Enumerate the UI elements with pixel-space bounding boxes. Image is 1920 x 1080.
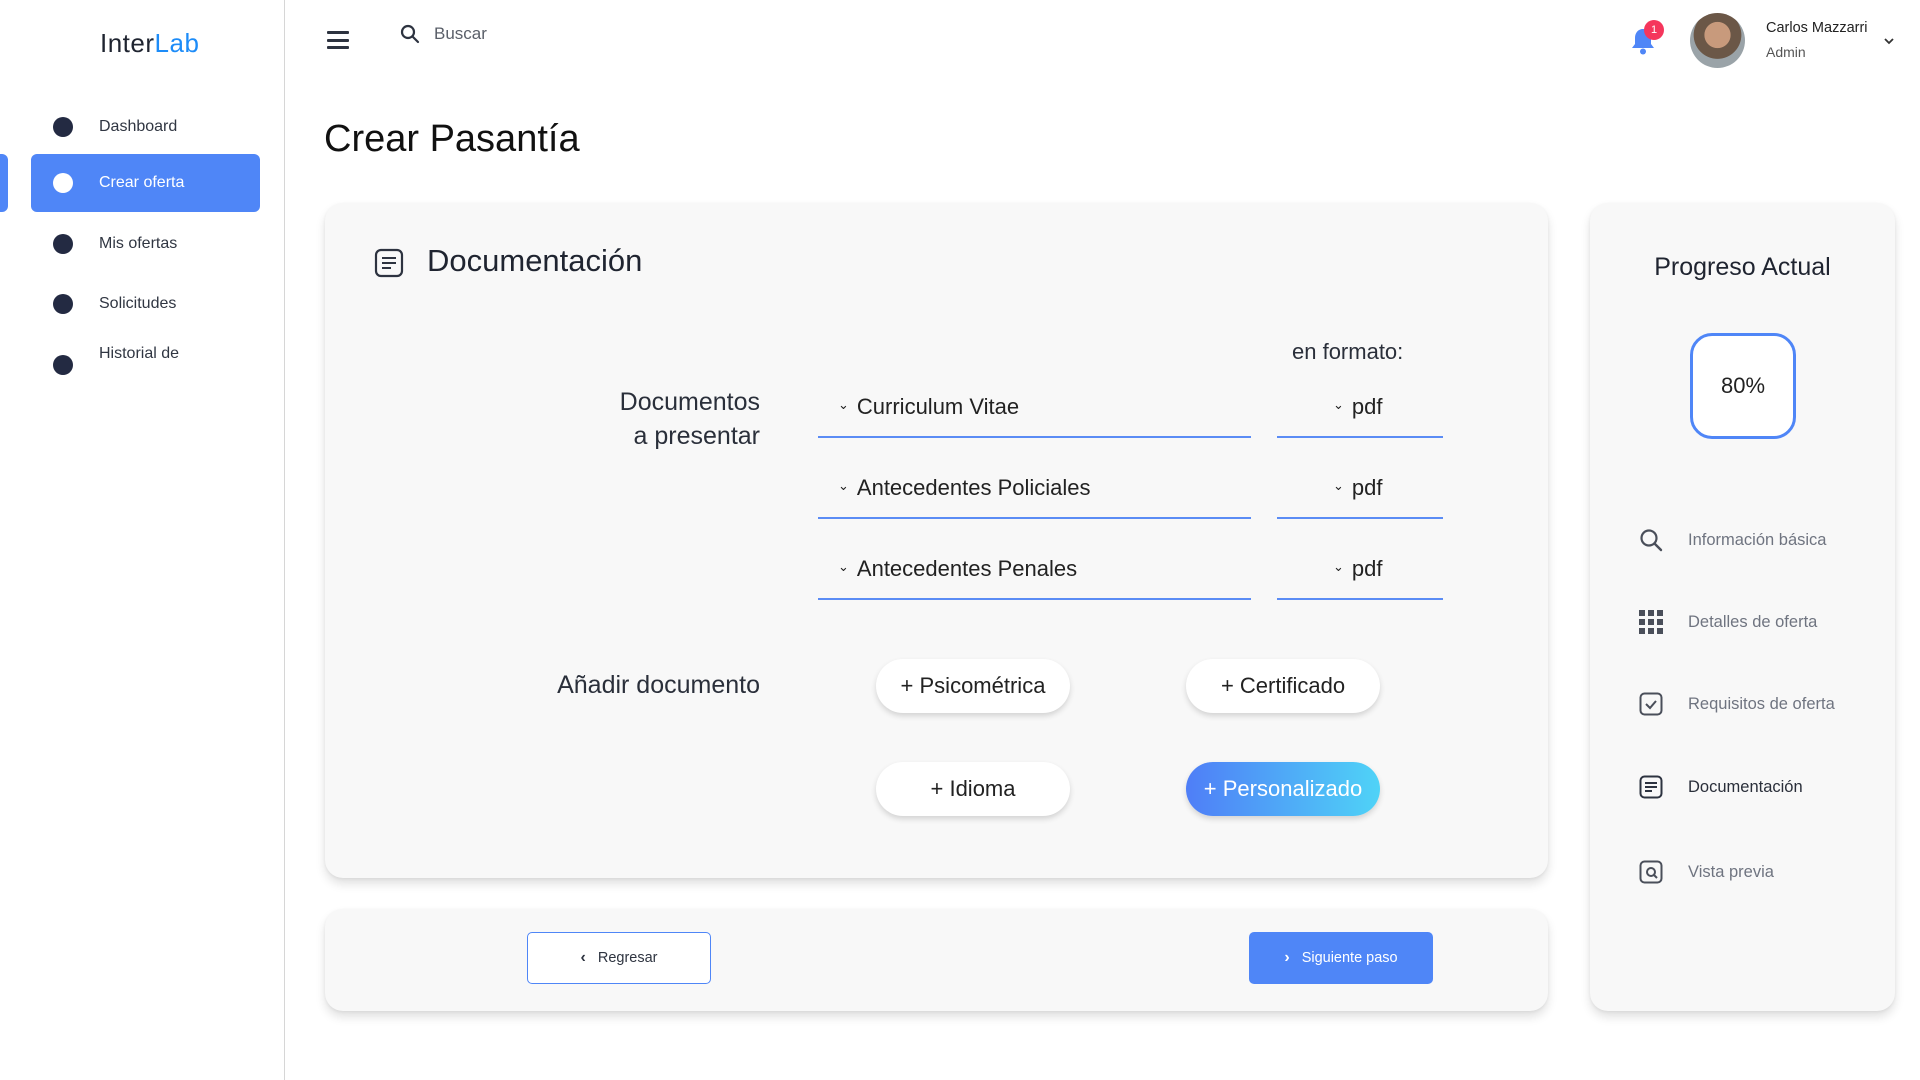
- format-select-3[interactable]: ⌄ pdf: [1277, 540, 1443, 600]
- documentation-card: Documentación Documentos a presentar en …: [325, 203, 1548, 878]
- user-name: Carlos Mazzarri: [1766, 20, 1868, 36]
- step-requisitos-oferta[interactable]: Requisitos de oferta: [1638, 691, 1835, 717]
- mis-ofertas-bullet-icon: [53, 234, 73, 254]
- document-select-value: Curriculum Vitae: [856, 394, 1020, 419]
- sidebar-item-mis-ofertas[interactable]: Mis ofertas: [31, 215, 260, 273]
- chevron-down-icon: ⌄: [838, 478, 849, 493]
- format-select-value: pdf: [1351, 394, 1383, 419]
- chevron-down-icon: ⌄: [1333, 478, 1344, 493]
- sidebar-item-label: Historial de: [99, 345, 180, 362]
- historial-bullet-icon: [53, 355, 73, 375]
- dashboard-bullet-icon: [53, 117, 73, 137]
- search-input[interactable]: [434, 24, 734, 44]
- sidebar-item-label: Crear oferta: [99, 174, 185, 191]
- active-indicator: [0, 154, 8, 212]
- document-select-value: Antecedentes Penales: [856, 556, 1078, 581]
- app-logo[interactable]: InterLab: [100, 28, 199, 59]
- search-icon: [1638, 527, 1664, 553]
- back-button-label: Regresar: [597, 950, 658, 966]
- next-step-button[interactable]: › Siguiente paso: [1249, 932, 1433, 984]
- notification-badge: 1: [1644, 20, 1664, 40]
- document-icon: [1638, 774, 1664, 800]
- next-step-button-label: Siguiente paso: [1301, 950, 1398, 966]
- user-menu-chevron-down-icon[interactable]: [1883, 32, 1895, 50]
- sidebar-item-label: Mis ofertas: [99, 235, 178, 252]
- progress-card: Progreso Actual 80% Información básica D…: [1590, 203, 1895, 1011]
- format-header: en formato:: [1292, 339, 1404, 364]
- logo-lab: Lab: [154, 28, 200, 58]
- sidebar: InterLab Dashboard Crear oferta Mis ofer…: [0, 0, 285, 1080]
- preview-icon: [1638, 859, 1664, 885]
- hamburger-line: [327, 46, 349, 49]
- navigation-card: ‹ Regresar › Siguiente paso: [325, 909, 1548, 1011]
- user-role: Admin: [1766, 44, 1806, 60]
- search-icon: [400, 24, 420, 44]
- search-bar: [400, 24, 734, 44]
- hamburger-line: [327, 38, 349, 42]
- sidebar-item-crear-oferta[interactable]: Crear oferta: [31, 154, 260, 212]
- step-detalles-oferta[interactable]: Detalles de oferta: [1638, 609, 1817, 635]
- sidebar-item-dashboard[interactable]: Dashboard: [31, 98, 260, 156]
- document-select-value: Antecedentes Policiales: [856, 475, 1091, 500]
- add-document-label: Añadir documento: [557, 671, 760, 699]
- chevron-down-icon: ⌄: [838, 397, 849, 412]
- chevron-down-icon: ⌄: [838, 559, 849, 574]
- avatar[interactable]: [1690, 13, 1745, 68]
- documents-label: Documentos a presentar: [525, 385, 760, 453]
- document-select-2[interactable]: ⌄ Antecedentes Policiales: [818, 459, 1251, 519]
- checkbox-icon: [1638, 691, 1664, 717]
- menu-toggle-button[interactable]: [327, 31, 349, 49]
- solicitudes-bullet-icon: [53, 294, 73, 314]
- add-certificado-button[interactable]: + Certificado: [1186, 659, 1380, 713]
- chevron-down-icon: ⌄: [1333, 559, 1344, 574]
- document-select-1[interactable]: ⌄ Curriculum Vitae: [818, 378, 1251, 438]
- progress-indicator: 80%: [1690, 333, 1796, 439]
- logo-inter: Inter: [100, 28, 155, 58]
- step-documentacion[interactable]: Documentación: [1638, 774, 1803, 800]
- back-button[interactable]: ‹ Regresar: [527, 932, 711, 984]
- chevron-down-icon: ⌄: [1333, 397, 1344, 412]
- step-informacion-basica[interactable]: Información básica: [1638, 527, 1827, 553]
- documents-label-line2: a presentar: [633, 422, 760, 450]
- step-label: Vista previa: [1688, 862, 1774, 881]
- add-psicometrica-button[interactable]: + Psicométrica: [876, 659, 1070, 713]
- format-select-value: pdf: [1351, 475, 1383, 500]
- progress-title: Progreso Actual: [1654, 253, 1831, 281]
- sidebar-item-historial[interactable]: Historial de: [31, 325, 260, 383]
- format-select-2[interactable]: ⌄ pdf: [1277, 459, 1443, 519]
- add-idioma-button[interactable]: + Idioma: [876, 762, 1070, 816]
- page-title: Crear Pasantía: [324, 118, 580, 160]
- documents-label-line1: Documentos: [619, 388, 760, 416]
- document-icon: [373, 247, 405, 284]
- sidebar-item-label: Dashboard: [99, 118, 178, 135]
- document-select-3[interactable]: ⌄ Antecedentes Penales: [818, 540, 1251, 600]
- section-title: Documentación: [427, 243, 643, 278]
- chevron-left-icon: ‹: [580, 949, 586, 966]
- format-select-1[interactable]: ⌄ pdf: [1277, 378, 1443, 438]
- step-label: Requisitos de oferta: [1688, 694, 1835, 713]
- step-vista-previa[interactable]: Vista previa: [1638, 859, 1774, 885]
- sidebar-item-label: Solicitudes: [99, 295, 177, 312]
- step-label: Detalles de oferta: [1688, 612, 1818, 631]
- format-select-value: pdf: [1351, 556, 1383, 581]
- add-personalizado-button[interactable]: + Personalizado: [1186, 762, 1380, 816]
- crear-oferta-bullet-icon: [53, 173, 73, 193]
- step-label: Información básica: [1688, 530, 1827, 549]
- chevron-right-icon: ›: [1284, 949, 1290, 966]
- hamburger-line: [327, 31, 349, 34]
- step-label: Documentación: [1688, 777, 1803, 796]
- grid-icon: [1638, 609, 1664, 635]
